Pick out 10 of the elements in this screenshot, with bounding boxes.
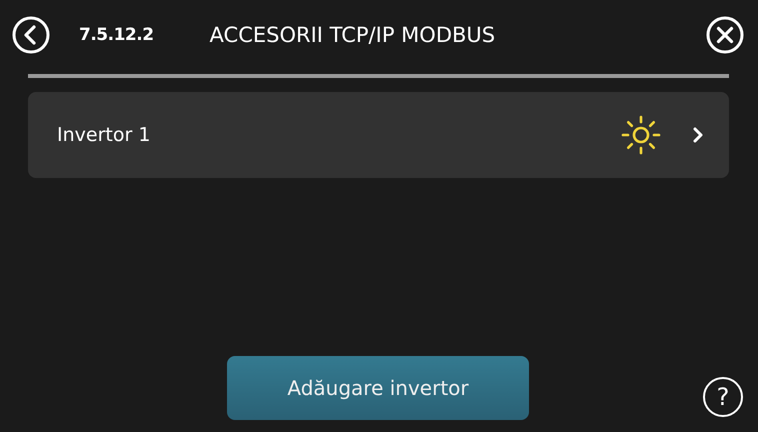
help-button[interactable]: ? [703,377,743,417]
close-button[interactable] [706,16,744,54]
menu-number: 7.5.12.2 [79,25,154,45]
inverter-row[interactable]: Invertor 1 [28,92,729,178]
add-inverter-button[interactable]: Adăugare invertor [227,356,529,420]
sun-icon [619,113,663,157]
chevron-icon [693,127,703,143]
back-button[interactable] [12,16,50,54]
screen-title: ACCESORII TCP/IP MODBUS [210,23,496,47]
inverter-name: Invertor 1 [57,124,152,146]
